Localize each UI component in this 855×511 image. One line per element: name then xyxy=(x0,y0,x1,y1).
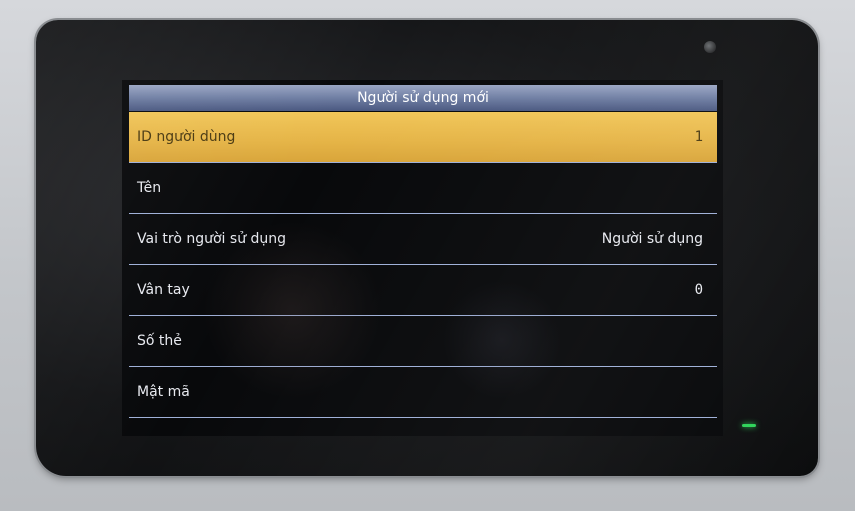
row-label: Vai trò người sử dụng xyxy=(137,231,287,247)
row-label: Số thẻ xyxy=(137,333,182,349)
row-label: Tên xyxy=(137,180,162,196)
row-label: Vân tay xyxy=(137,282,190,298)
camera-icon xyxy=(704,41,716,53)
row-value: 0 xyxy=(694,282,703,298)
row-value: 1 xyxy=(694,129,703,145)
settings-list: ID người dùng 1 Tên Vai trò người sử dụn… xyxy=(129,112,717,418)
row-value: Người sử dụng xyxy=(601,231,703,247)
page-title: Người sử dụng mới xyxy=(357,90,489,106)
device-screen: Người sử dụng mới ID người dùng 1 Tên Va… xyxy=(122,80,723,436)
row-card-number[interactable]: Số thẻ xyxy=(129,316,717,367)
status-led xyxy=(742,424,756,427)
row-label: ID người dùng xyxy=(137,129,236,145)
row-name[interactable]: Tên xyxy=(129,163,717,214)
row-password[interactable]: Mật mã xyxy=(129,367,717,418)
row-label: Mật mã xyxy=(137,384,190,400)
row-user-role[interactable]: Vai trò người sử dụng Người sử dụng xyxy=(129,214,717,265)
row-fingerprint[interactable]: Vân tay 0 xyxy=(129,265,717,316)
screen-title-bar: Người sử dụng mới xyxy=(129,85,717,111)
row-user-id[interactable]: ID người dùng 1 xyxy=(129,112,717,163)
